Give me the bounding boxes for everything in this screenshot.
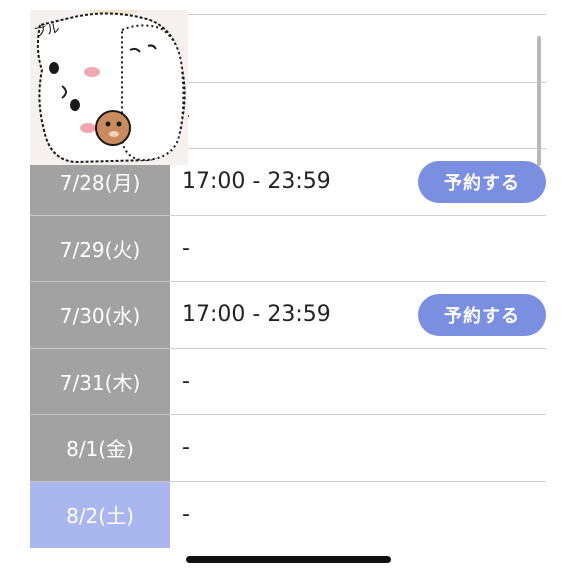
reserve-button[interactable]: 予約する — [418, 293, 546, 336]
time-text: - — [182, 368, 190, 394]
time-cell — [170, 16, 546, 83]
time-text: - — [182, 502, 190, 528]
top-divider — [170, 14, 546, 15]
time-cell: - — [170, 482, 546, 549]
time-text: - — [182, 235, 190, 261]
table-row: 7/30(水) 17:00 - 23:59 予約する — [30, 282, 546, 349]
time-cell: - — [170, 415, 546, 482]
time-cell: - — [170, 216, 546, 282]
home-indicator[interactable] — [186, 556, 391, 563]
time-text: 17:00 - 23:59 — [182, 169, 331, 195]
table-row: 7/31(木) - — [30, 348, 546, 415]
time-cell: - — [170, 83, 546, 149]
date-cell: 8/1(金) — [30, 415, 170, 482]
table-row: 8/2(土) - — [30, 481, 546, 549]
date-cell: 7/31(木) — [30, 348, 170, 415]
time-cell: - — [170, 349, 546, 415]
time-cell: 17:00 - 23:59 予約する — [170, 149, 546, 216]
scrollbar[interactable] — [537, 36, 541, 166]
reserve-button[interactable]: 予約する — [418, 160, 546, 203]
table-row: 7/29(火) - — [30, 215, 546, 282]
time-cell: 17:00 - 23:59 予約する — [170, 282, 546, 349]
hamster-sticker-icon: プル — [30, 10, 188, 165]
table-row: 8/1(金) - — [30, 415, 546, 482]
date-cell-saturday: 8/2(土) — [30, 481, 170, 548]
reservation-schedule-page: - 7/28(月) 17:00 - 23:59 予約する 7/29(火) - 7… — [0, 0, 576, 576]
time-text: 17:00 - 23:59 — [182, 302, 331, 328]
date-cell: 7/30(水) — [30, 282, 170, 349]
date-cell: 7/29(火) — [30, 215, 170, 282]
time-text: - — [182, 435, 190, 461]
